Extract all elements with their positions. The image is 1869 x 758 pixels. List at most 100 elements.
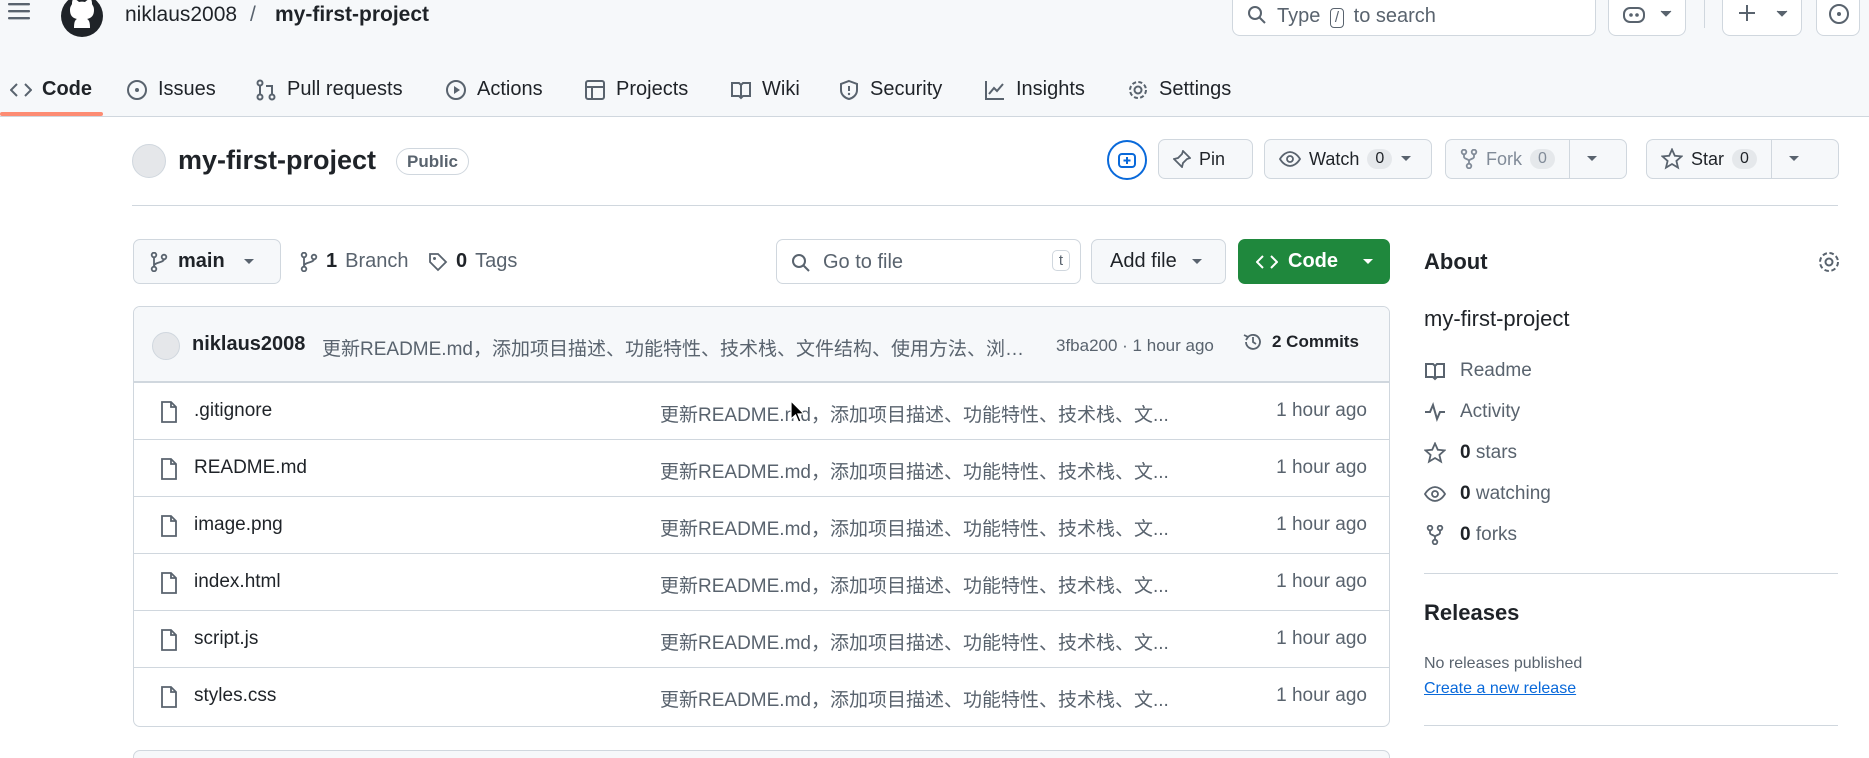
fork-icon bbox=[1460, 149, 1478, 169]
chevron-down-icon bbox=[1400, 155, 1412, 163]
table-icon bbox=[584, 79, 606, 101]
search-hint: Type / to search bbox=[1277, 5, 1436, 28]
global-search-input[interactable]: Type / to search bbox=[1232, 0, 1596, 36]
star-dropdown[interactable] bbox=[1770, 140, 1816, 178]
issues-shortcut-button[interactable] bbox=[1816, 0, 1860, 36]
add-file-button[interactable]: Add file bbox=[1091, 239, 1226, 284]
copilot-icon bbox=[1116, 149, 1138, 171]
file-row[interactable]: .gitignore 更新README.md，添加项目描述、功能特性、技术栈、文… bbox=[134, 382, 1389, 439]
file-icon bbox=[160, 686, 178, 708]
owner-avatar[interactable] bbox=[132, 144, 166, 178]
graph-icon bbox=[984, 79, 1006, 101]
shortcut-key: t bbox=[1051, 250, 1070, 271]
code-clone-button[interactable]: Code bbox=[1238, 239, 1390, 284]
fork-dropdown[interactable] bbox=[1568, 140, 1614, 178]
book-icon bbox=[1424, 361, 1446, 381]
create-release-link[interactable]: Create a new release bbox=[1424, 680, 1576, 698]
tab-projects[interactable]: Projects bbox=[584, 62, 688, 117]
copilot-menu-button[interactable] bbox=[1608, 0, 1686, 36]
tab-actions[interactable]: Actions bbox=[445, 62, 543, 117]
book-icon bbox=[730, 80, 752, 100]
tab-pull-requests[interactable]: Pull requests bbox=[255, 62, 403, 117]
file-name[interactable]: .gitignore bbox=[194, 400, 272, 422]
tab-security[interactable]: Security bbox=[838, 62, 942, 117]
sidebar-divider bbox=[1424, 573, 1838, 574]
star-icon bbox=[1661, 148, 1683, 170]
file-row[interactable]: index.html 更新README.md，添加项目描述、功能特性、技术栈、文… bbox=[134, 553, 1389, 610]
chevron-down-icon bbox=[1362, 258, 1374, 266]
commit-author[interactable]: niklaus2008 bbox=[192, 333, 305, 356]
tags-link[interactable]: 0 Tags bbox=[428, 250, 517, 273]
file-row[interactable]: image.png 更新README.md，添加项目描述、功能特性、技术栈、文.… bbox=[134, 496, 1389, 553]
go-to-file-input[interactable]: Go to file t bbox=[776, 239, 1081, 284]
create-new-button[interactable] bbox=[1722, 0, 1802, 36]
branches-link[interactable]: 1 Branch bbox=[300, 250, 409, 273]
readme-panel-edge bbox=[133, 750, 1390, 758]
readme-link[interactable]: Readme bbox=[1424, 360, 1532, 382]
chevron-down-icon bbox=[1659, 9, 1673, 19]
releases-empty-text: No releases published bbox=[1424, 655, 1583, 672]
file-commit-time: 1 hour ago bbox=[1276, 400, 1367, 421]
file-name[interactable]: README.md bbox=[194, 457, 307, 479]
breadcrumb-owner[interactable]: niklaus2008 bbox=[125, 3, 237, 27]
star-icon bbox=[1424, 442, 1446, 464]
search-icon bbox=[791, 253, 811, 273]
commit-sha-time[interactable]: 3fba200 · 1 hour ago bbox=[1056, 336, 1214, 356]
fork-button[interactable]: Fork 0 bbox=[1445, 139, 1627, 179]
gear-icon[interactable] bbox=[1817, 250, 1841, 274]
file-commit-message[interactable]: 更新README.md，添加项目描述、功能特性、技术栈、文... bbox=[660, 685, 1190, 712]
tab-issues[interactable]: Issues bbox=[126, 62, 216, 117]
tab-insights[interactable]: Insights bbox=[984, 62, 1085, 117]
active-tab-indicator bbox=[0, 112, 103, 116]
stars-link[interactable]: 0 stars bbox=[1424, 442, 1517, 464]
file-icon bbox=[160, 401, 178, 423]
file-name[interactable]: index.html bbox=[194, 571, 281, 593]
chevron-down-icon bbox=[1775, 9, 1789, 19]
fork-count: 0 bbox=[1530, 149, 1555, 169]
file-row[interactable]: README.md 更新README.md，添加项目描述、功能特性、技术栈、文.… bbox=[134, 439, 1389, 496]
file-row[interactable]: styles.css 更新README.md，添加项目描述、功能特性、技术栈、文… bbox=[134, 667, 1389, 724]
about-heading: About bbox=[1424, 249, 1488, 274]
fork-icon bbox=[1424, 525, 1446, 545]
commit-message[interactable]: 更新README.md，添加项目描述、功能特性、技术栈、文件结构、使用方法、浏… bbox=[322, 334, 1044, 361]
pin-button[interactable]: Pin bbox=[1158, 139, 1253, 179]
github-logo-icon[interactable] bbox=[60, 0, 104, 38]
pulse-icon bbox=[1424, 402, 1446, 422]
gear-icon bbox=[1127, 79, 1149, 101]
file-commit-message[interactable]: 更新README.md，添加项目描述、功能特性、技术栈、文... bbox=[660, 514, 1190, 541]
git-branch-icon bbox=[300, 251, 318, 272]
header-divider bbox=[1704, 0, 1705, 28]
file-icon bbox=[160, 572, 178, 594]
branch-selector[interactable]: main bbox=[133, 239, 281, 284]
breadcrumb-repo[interactable]: my-first-project bbox=[275, 3, 429, 27]
file-name[interactable]: image.png bbox=[194, 514, 283, 536]
file-commit-message[interactable]: 更新README.md，添加项目描述、功能特性、技术栈、文... bbox=[660, 571, 1190, 598]
tab-wiki[interactable]: Wiki bbox=[730, 62, 800, 117]
file-name[interactable]: styles.css bbox=[194, 685, 276, 707]
activity-link[interactable]: Activity bbox=[1424, 401, 1520, 423]
file-commit-time: 1 hour ago bbox=[1276, 514, 1367, 535]
tab-code[interactable]: Code bbox=[10, 62, 92, 117]
releases-heading[interactable]: Releases bbox=[1424, 600, 1519, 626]
file-name[interactable]: script.js bbox=[194, 628, 258, 650]
file-commit-message[interactable]: 更新README.md，添加项目描述、功能特性、技术栈、文... bbox=[660, 457, 1190, 484]
repo-title[interactable]: my-first-project bbox=[178, 145, 376, 176]
visibility-badge: Public bbox=[396, 148, 470, 175]
mouse-cursor-icon bbox=[790, 400, 806, 424]
file-icon bbox=[160, 515, 178, 537]
chevron-down-icon bbox=[1788, 155, 1800, 163]
file-row[interactable]: script.js 更新README.md，添加项目描述、功能特性、技术栈、文.… bbox=[134, 610, 1389, 667]
code-icon bbox=[1256, 253, 1278, 271]
forks-link[interactable]: 0 forks bbox=[1424, 524, 1517, 546]
menu-icon[interactable] bbox=[6, 0, 38, 30]
watching-link[interactable]: 0 watching bbox=[1424, 483, 1551, 505]
commits-history-link[interactable]: 2 Commits bbox=[1242, 331, 1359, 353]
watch-button[interactable]: Watch 0 bbox=[1264, 139, 1432, 179]
file-commit-message[interactable]: 更新README.md，添加项目描述、功能特性、技术栈、文... bbox=[660, 400, 1190, 427]
avatar[interactable] bbox=[152, 332, 180, 360]
star-button[interactable]: Star 0 bbox=[1646, 139, 1839, 179]
copilot-chat-button[interactable] bbox=[1107, 140, 1147, 180]
breadcrumb-separator: / bbox=[250, 3, 256, 26]
file-commit-message[interactable]: 更新README.md，添加项目描述、功能特性、技术栈、文... bbox=[660, 628, 1190, 655]
tab-settings[interactable]: Settings bbox=[1127, 62, 1231, 117]
